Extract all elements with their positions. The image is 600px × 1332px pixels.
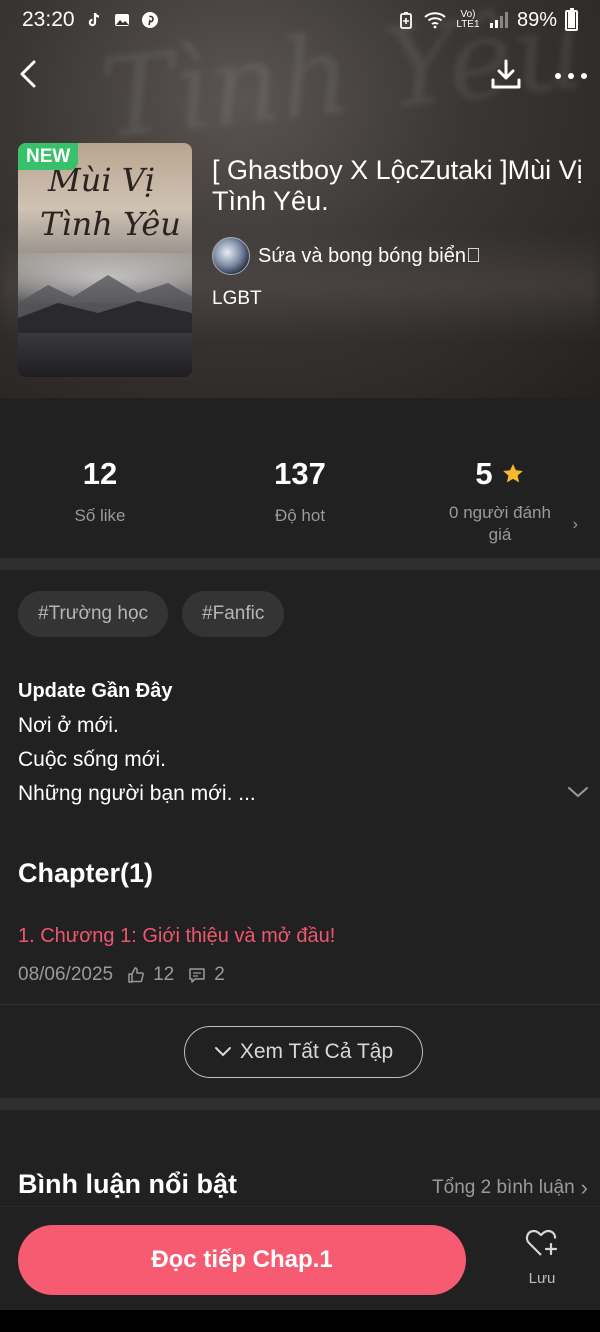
hot-count: 137 <box>274 456 326 491</box>
comments-heading: Bình luận nổi bật <box>18 1169 237 1199</box>
stat-likes: 12 Số like <box>0 398 200 558</box>
comments-total-label: Tổng 2 bình luận <box>432 1177 575 1198</box>
main-content: 12 Số like 137 Độ hot 5 0 người đánh giá… <box>0 398 600 1310</box>
network-label: Vo) LTE1 <box>456 9 480 30</box>
signal-icon <box>489 11 509 29</box>
chevron-right-icon: › <box>580 1175 588 1200</box>
section-separator <box>0 558 600 570</box>
star-icon <box>502 464 523 483</box>
view-all-chapters-button[interactable]: Xem Tất Cả Tập <box>184 1026 423 1078</box>
likes-label: Số like <box>74 506 126 525</box>
likes-count: 12 <box>82 456 118 491</box>
tiktok-icon <box>85 11 103 29</box>
rating-value: 5 <box>475 456 493 491</box>
status-bar: 23:20 Vo) LTE1 89% <box>0 0 600 40</box>
stat-rating[interactable]: 5 0 người đánh giá › <box>400 398 600 558</box>
update-title: Update Gần Đây <box>18 680 173 702</box>
genre-label[interactable]: LGBT <box>212 288 262 310</box>
system-navigation-bar <box>0 1310 600 1332</box>
author-avatar[interactable] <box>212 237 250 275</box>
author-name[interactable]: Sứa và bong bóng biển  <box>258 245 481 268</box>
chapter-date: 08/06/2025 <box>18 964 114 985</box>
hot-label: Độ hot <box>274 506 326 525</box>
chapter-likes: 12 <box>153 964 175 985</box>
save-label: Lưu <box>528 1270 556 1287</box>
new-badge: NEW <box>18 143 79 170</box>
battery-saver-icon <box>397 11 415 29</box>
chevron-left-icon <box>20 60 36 88</box>
chapter-heading: Chapter(1) <box>18 858 154 888</box>
battery-icon <box>565 7 578 31</box>
battery-percent: 89% <box>516 8 557 31</box>
chapter-meta: 08/06/2025 12 2 <box>18 964 225 986</box>
expand-chevron-down-icon[interactable] <box>566 784 590 800</box>
rating-label: 0 người đánh giá <box>449 503 551 544</box>
update-line: Nơi ở mới. <box>18 714 119 737</box>
more-button[interactable] <box>552 56 592 92</box>
download-button[interactable] <box>488 56 524 92</box>
back-button[interactable] <box>14 56 44 92</box>
save-button[interactable]: Lưu <box>512 1227 572 1287</box>
gallery-icon <box>113 11 131 29</box>
comment-icon <box>189 968 205 983</box>
chapter-title-link[interactable]: 1. Chương 1: Giới thiệu và mở đầu! <box>18 925 335 948</box>
heart-plus-icon <box>525 1229 558 1256</box>
chevron-down-icon <box>214 1047 231 1057</box>
more-horizontal-icon <box>555 73 587 79</box>
mountain-illustration <box>18 275 192 333</box>
book-title: [ Ghastboy X LộcZutaki ]Mùi Vị Tình Yêu. <box>212 155 583 216</box>
update-line: Cuộc sống mới. <box>18 748 166 771</box>
update-line: Những người bạn mới. ... <box>18 782 256 805</box>
bottom-action-bar: Đọc tiếp Chap.1 Lưu <box>0 1206 600 1310</box>
book-cover[interactable]: Mùi Vị Tình Yêu <box>18 143 192 377</box>
pinterest-icon <box>141 11 159 29</box>
continue-reading-button[interactable]: Đọc tiếp Chap.1 <box>18 1225 466 1295</box>
wifi-icon <box>423 11 447 29</box>
stats-row: 12 Số like 137 Độ hot 5 0 người đánh giá… <box>0 398 600 558</box>
tag-chip[interactable]: #Trường học <box>18 591 169 637</box>
comments-total-link[interactable]: Tổng 2 bình luận › <box>432 1175 588 1201</box>
top-navigation <box>0 52 600 96</box>
cover-title-line2: Tình Yêu <box>40 205 181 243</box>
section-separator <box>0 1098 600 1110</box>
author-row[interactable]: Sứa và bong bóng biển  <box>212 237 481 275</box>
status-time: 23:20 <box>22 8 75 31</box>
view-all-label: Xem Tất Cả Tập <box>239 1040 394 1063</box>
download-icon <box>491 59 521 89</box>
chevron-right-icon: › <box>572 516 578 533</box>
thumb-up-icon <box>128 967 144 983</box>
tag-list: #Trường học #Fanfic <box>18 591 285 637</box>
chapter-comments: 2 <box>214 964 225 985</box>
stat-hot: 137 Độ hot <box>200 398 400 558</box>
tag-chip[interactable]: #Fanfic <box>182 591 285 637</box>
